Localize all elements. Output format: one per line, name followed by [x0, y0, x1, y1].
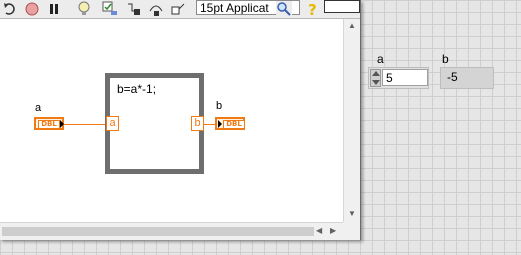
numeric-control-a[interactable]: 5	[368, 67, 429, 89]
indicator-b-value-field: -5	[444, 69, 492, 86]
input-tunnel-a[interactable]: a	[106, 116, 119, 131]
svg-text:?: ?	[308, 1, 317, 17]
context-help-box	[324, 0, 360, 13]
control-a-value-field[interactable]: 5	[382, 69, 428, 86]
wire-a	[64, 124, 108, 125]
indicator-b-label: b	[442, 52, 449, 66]
block-diagram-window: 15pt Applicat ? a DBL b=a*-1; a b b DBL …	[0, 0, 361, 240]
formula-expression[interactable]: b=a*-1;	[117, 82, 156, 96]
scroll-corner	[343, 222, 360, 240]
terminal-a-label: a	[35, 102, 42, 114]
terminal-a-type: DBL	[38, 120, 60, 129]
horizontal-scroll-thumb[interactable]	[2, 227, 314, 236]
help-icon[interactable]: ?	[305, 1, 321, 17]
increment-arrow-icon[interactable]	[372, 71, 380, 76]
pause-icon[interactable]	[46, 1, 62, 17]
horizontal-scrollbar[interactable]: ◀ ▶	[0, 222, 343, 240]
toolbar: 15pt Applicat ?	[0, 0, 360, 19]
indicator-terminal-b[interactable]: DBL	[215, 117, 245, 130]
control-a-label: a	[377, 52, 384, 66]
numeric-indicator-b: -5	[440, 67, 494, 89]
increment-decrement-spinner[interactable]	[370, 69, 381, 87]
step-over-icon[interactable]	[148, 1, 164, 17]
terminal-b-label: b	[216, 100, 223, 112]
wire-b	[202, 124, 216, 125]
vertical-scrollbar[interactable]: ▲ ▼	[343, 19, 360, 222]
scroll-left-icon[interactable]: ◀	[316, 226, 322, 235]
font-select-value: 15pt Applicat	[200, 1, 269, 15]
output-arrow-icon	[60, 120, 64, 128]
step-out-icon[interactable]	[170, 1, 186, 17]
terminal-b-type: DBL	[223, 120, 245, 129]
control-terminal-a[interactable]: DBL	[34, 117, 64, 130]
input-arrow-icon	[218, 120, 222, 128]
scroll-right-icon[interactable]: ▶	[330, 226, 336, 235]
decrement-arrow-icon[interactable]	[372, 80, 380, 85]
scroll-down-icon[interactable]: ▼	[348, 209, 356, 218]
retain-wire-values-icon[interactable]	[102, 1, 118, 17]
highlight-execution-icon[interactable]	[76, 1, 92, 17]
formula-node[interactable]: b=a*-1;	[105, 73, 204, 174]
search-icon[interactable]	[276, 1, 292, 17]
step-into-icon[interactable]	[126, 1, 142, 17]
run-continuously-icon[interactable]	[2, 1, 18, 17]
scroll-up-icon[interactable]: ▲	[348, 21, 356, 30]
abort-icon[interactable]	[24, 1, 40, 17]
output-tunnel-b[interactable]: b	[191, 116, 204, 131]
